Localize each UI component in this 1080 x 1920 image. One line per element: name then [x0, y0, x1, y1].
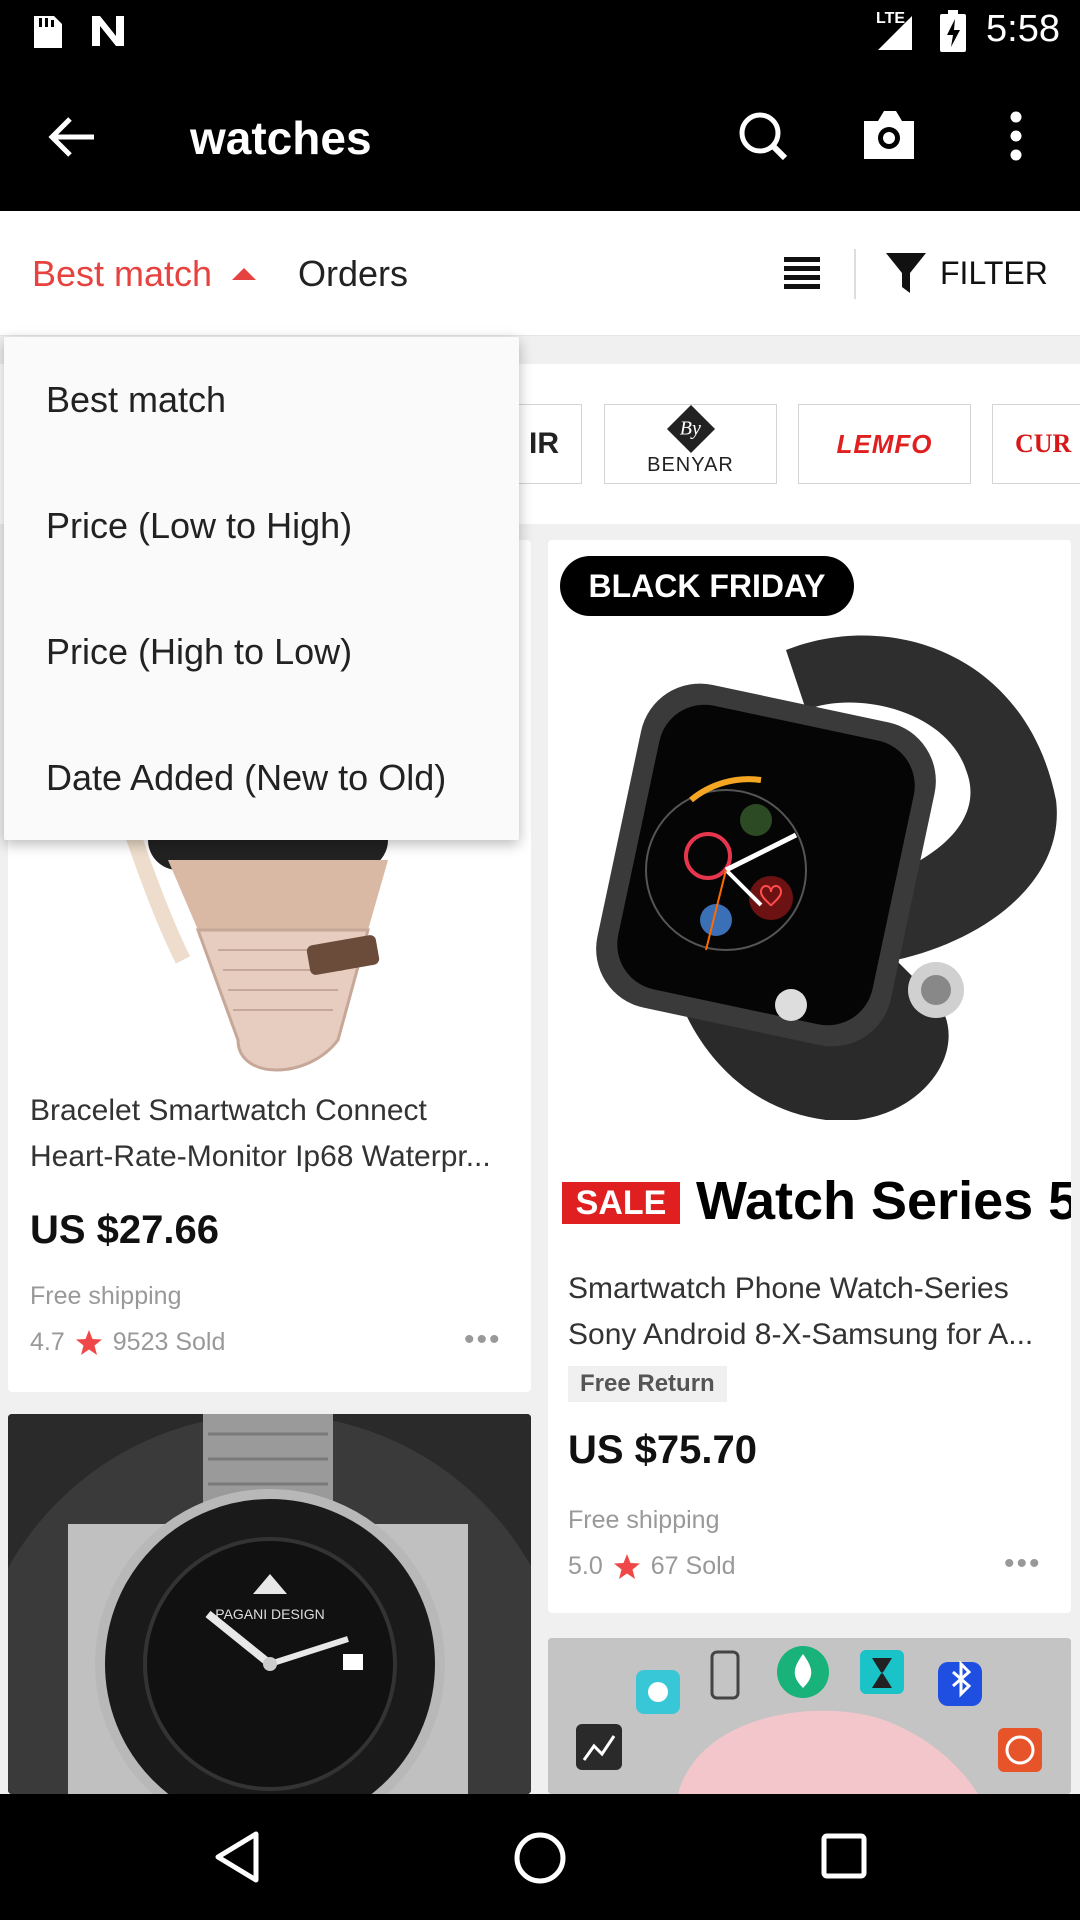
product-price: US $27.66 [30, 1208, 220, 1252]
free-return-badge: Free Return [568, 1366, 727, 1402]
nav-recents-icon[interactable] [820, 1832, 868, 1880]
product-card-pink-smartwatch[interactable] [548, 1638, 1071, 1794]
back-arrow-icon[interactable] [48, 115, 96, 159]
filter-label: FILTER [940, 254, 1048, 291]
sort-option-date-added[interactable]: Date Added (New to Old) [46, 757, 446, 799]
camera-icon[interactable] [860, 107, 918, 161]
sd-card-icon [34, 16, 62, 48]
product-card-watch-series-5[interactable]: BLACK FRIDAY SALE Watch Series 5 Smartwa… [548, 540, 1071, 1613]
caret-up-icon [232, 268, 257, 280]
rating-value: 5.0 [568, 1552, 603, 1580]
sale-tag: SALE [562, 1182, 680, 1224]
more-options-icon[interactable]: ••• [464, 1325, 502, 1355]
sort-dropdown-menu: Best match Price (Low to High) Price (Hi… [4, 337, 519, 840]
search-query-text[interactable]: watches [190, 111, 372, 165]
brand-lemfo[interactable]: LEMFO [798, 404, 971, 484]
brand-partial-right[interactable]: CUR [992, 404, 1080, 484]
list-view-icon[interactable] [782, 253, 822, 293]
product-image-dive-watch: PAGANI DESIGN [8, 1414, 531, 1794]
sort-orders-tab[interactable]: Orders [298, 253, 408, 295]
black-friday-badge: BLACK FRIDAY [560, 556, 854, 616]
product-card-pagani-watch[interactable]: PAGANI DESIGN [8, 1414, 531, 1794]
battery-charging-icon [940, 10, 966, 52]
status-bar: LTE 5:58 [0, 0, 1080, 63]
more-vert-icon[interactable] [1006, 111, 1026, 161]
product-image-pink-smartwatch [548, 1638, 1071, 1794]
sort-option-price-high-low[interactable]: Price (High to Low) [46, 631, 352, 673]
star-icon [613, 1553, 640, 1579]
product-shipping: Free shipping [30, 1282, 182, 1310]
product-rating-row: 4.7 9523 Sold [30, 1328, 225, 1357]
sold-count: 9523 Sold [112, 1328, 226, 1356]
watch-brand-text: PAGANI DESIGN [215, 1606, 324, 1622]
sort-bar: Best match Orders FILTER [0, 211, 1080, 336]
product-shipping: Free shipping [568, 1506, 720, 1534]
rating-value: 4.7 [30, 1328, 65, 1356]
more-options-icon[interactable]: ••• [1004, 1549, 1042, 1579]
product-rating-row: 5.0 67 Sold [568, 1552, 736, 1581]
product-title-line2: Sony Android 8-X-Samsung for A... [568, 1318, 1034, 1351]
filter-icon [886, 253, 926, 293]
sort-option-price-low-high[interactable]: Price (Low to High) [46, 505, 352, 547]
sold-count: 67 Sold [650, 1552, 736, 1580]
nav-back-icon[interactable] [212, 1830, 262, 1884]
search-icon[interactable] [738, 111, 788, 163]
filter-button[interactable]: FILTER [886, 251, 1048, 295]
product-price: US $75.70 [568, 1428, 758, 1472]
brand-benyar[interactable]: By BENYAR [604, 404, 777, 484]
star-icon [75, 1329, 102, 1355]
sort-divider [854, 249, 856, 299]
nav-home-icon[interactable] [512, 1830, 568, 1886]
product-title-line1: Bracelet Smartwatch Connect [30, 1094, 427, 1127]
app-bar: watches [0, 63, 1080, 211]
benyar-logo-icon: By [666, 405, 715, 453]
system-nav-bar [0, 1794, 1080, 1920]
watch-series-banner: Watch Series 5 [696, 1171, 1071, 1231]
n-notification-icon [92, 16, 124, 46]
product-image-black-smartwatch [596, 635, 1057, 1120]
product-title-line1: Smartwatch Phone Watch-Series [568, 1272, 1009, 1305]
signal-icon [878, 16, 912, 50]
sort-best-match-toggle[interactable]: Best match [32, 253, 258, 295]
clock: 5:58 [986, 8, 1060, 50]
sort-option-best-match[interactable]: Best match [46, 379, 226, 421]
lemfo-logo-text: LEMFO [836, 428, 933, 459]
sort-best-match-label: Best match [32, 253, 213, 294]
product-title-line2: Heart-Rate-Monitor Ip68 Waterpr... [30, 1140, 491, 1173]
